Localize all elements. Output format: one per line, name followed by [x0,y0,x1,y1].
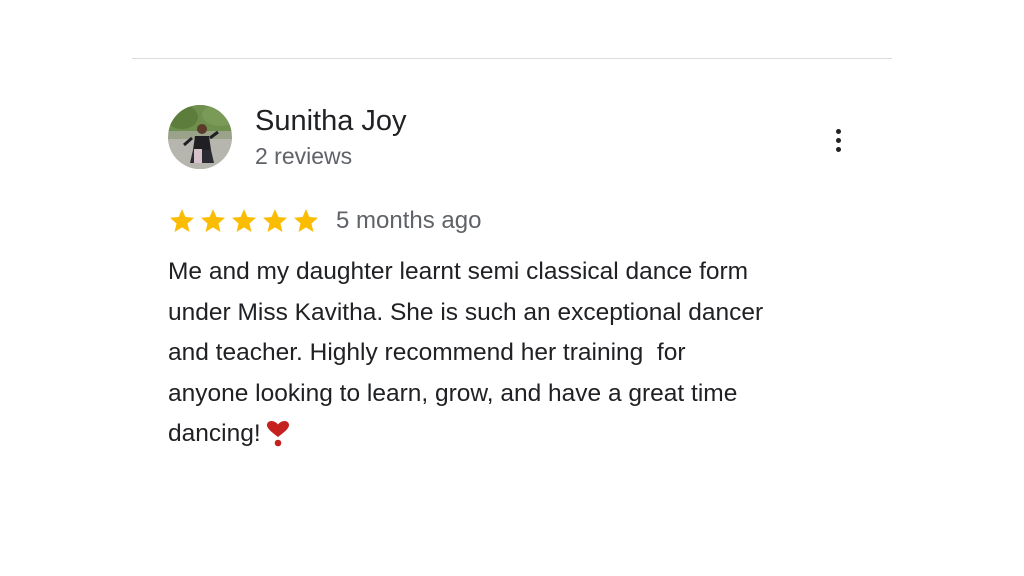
rating-row: 5 months ago [168,204,481,238]
avatar[interactable] [168,105,232,169]
top-divider [132,58,892,59]
review-body: Me and my daughter learnt semi classical… [168,258,764,447]
star-icon [293,209,319,232]
more-options-button[interactable] [827,126,851,156]
heart-exclamation-icon [266,420,289,461]
avatar-photo [168,105,232,169]
review-date: 5 months ago [336,207,482,234]
review-card: Sunitha Joy 2 reviews 5 months ago Me an… [168,100,868,447]
review-count: 2 reviews [255,143,353,169]
reviewer-name[interactable]: Sunitha Joy [255,104,407,138]
star-icon [231,209,257,232]
star-icon [169,209,195,232]
star-icon [200,209,226,232]
review-text: Me and my daughter learnt semi classical… [168,252,868,461]
star-rating [168,207,323,235]
star-icon [262,209,288,232]
review-header: Sunitha Joy 2 reviews [168,100,868,172]
